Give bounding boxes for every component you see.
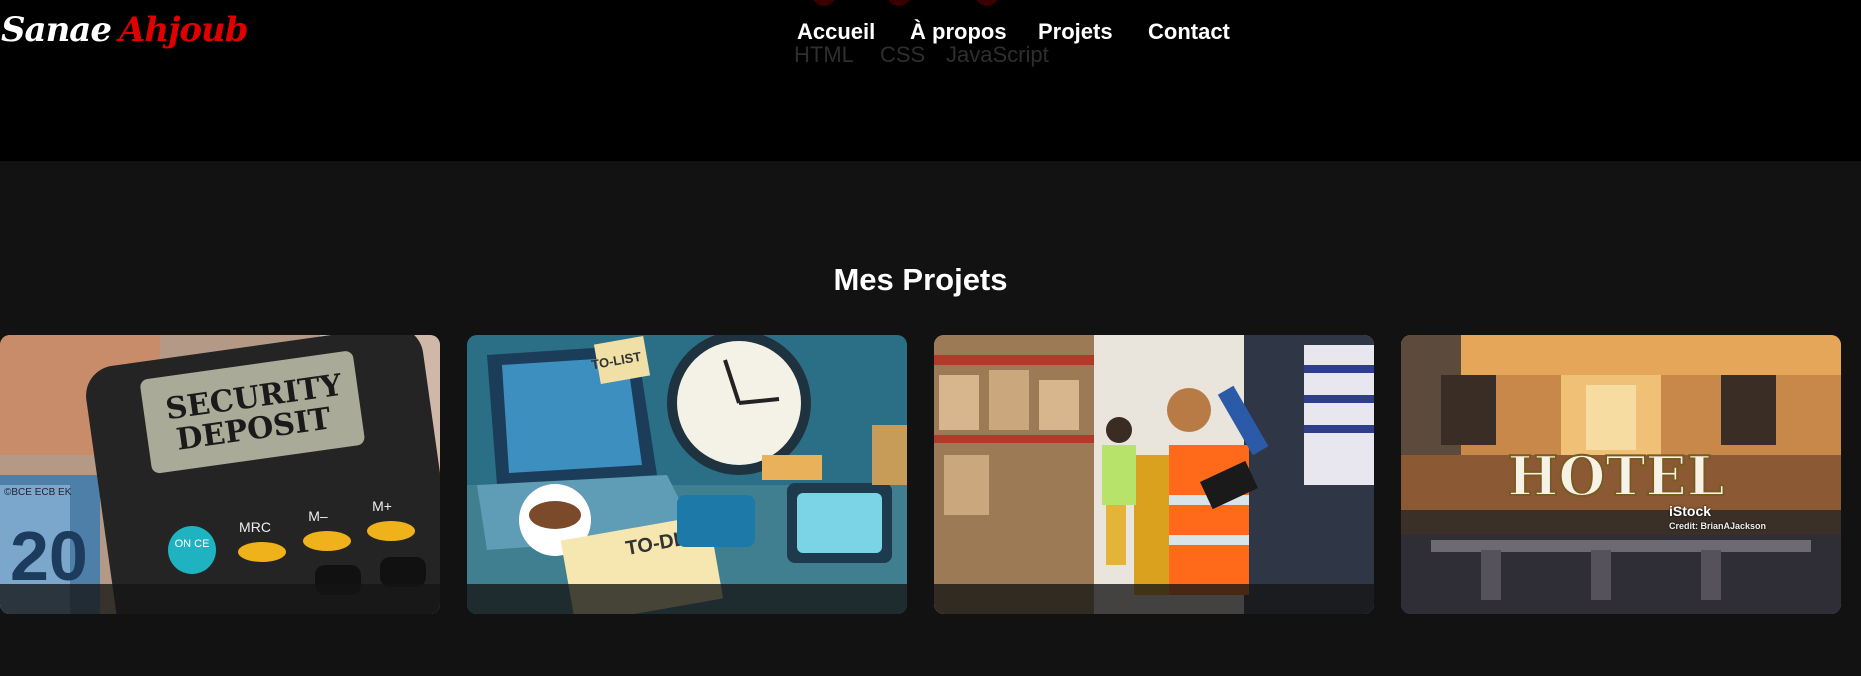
skill-label-html: HTML — [794, 42, 854, 67]
ghost-skill-icon — [975, 0, 999, 6]
nav-link-contact[interactable]: Contact — [1148, 19, 1230, 45]
site-header: Sanae Ahjoub HTML CSS JavaScript Accueil … — [0, 0, 1861, 161]
project-card-security-deposit[interactable]: ©BCE ECB EK 20 SECURITY DEPOSIT ON CE MR… — [0, 335, 440, 614]
hotel-image: HOTEL — [1401, 335, 1841, 614]
stock-watermark: iStock — [1669, 503, 1712, 519]
key-mrc: MRC — [239, 519, 271, 535]
nav-link-projets[interactable]: Projets — [1038, 19, 1113, 45]
banknote-mark: ©BCE ECB EK — [4, 487, 72, 498]
card-overlay — [467, 584, 907, 614]
project-card-todo-list[interactable]: TO-LIST TO-DLIST — [467, 335, 907, 614]
card-overlay — [934, 584, 1374, 614]
key-m-minus: M– — [308, 508, 328, 524]
site-logo[interactable]: Sanae Ahjoub — [1, 10, 249, 50]
nav-link-accueil[interactable]: Accueil — [797, 19, 875, 45]
ghost-skill-icon — [812, 0, 836, 6]
photo-credit: Credit: BrianAJackson — [1669, 521, 1767, 531]
key-m-plus: M+ — [372, 498, 392, 514]
projects-section-title: Mes Projets — [833, 262, 1008, 297]
nav-link-a-propos[interactable]: À propos — [910, 19, 1007, 45]
hotel-sign-text: HOTEL — [1507, 444, 1724, 508]
skill-label-javascript: JavaScript — [946, 42, 1049, 67]
project-card-hotel[interactable]: HOTEL iStock Credit: BrianAJackson — [1401, 335, 1841, 614]
calculator-image: ©BCE ECB EK 20 SECURITY DEPOSIT ON CE MR… — [0, 335, 440, 614]
warehouse-image — [934, 335, 1374, 614]
logo-last-name: Ahjoub — [118, 10, 249, 50]
skill-label-css: CSS — [880, 42, 926, 67]
todo-illustration-image: TO-LIST TO-DLIST — [467, 335, 907, 614]
ghost-skill-icon — [887, 0, 911, 6]
project-card-warehouse[interactable] — [934, 335, 1374, 614]
key-on-ce: ON CE — [175, 538, 210, 550]
logo-first-name: Sanae — [1, 10, 112, 50]
card-overlay — [0, 584, 440, 614]
